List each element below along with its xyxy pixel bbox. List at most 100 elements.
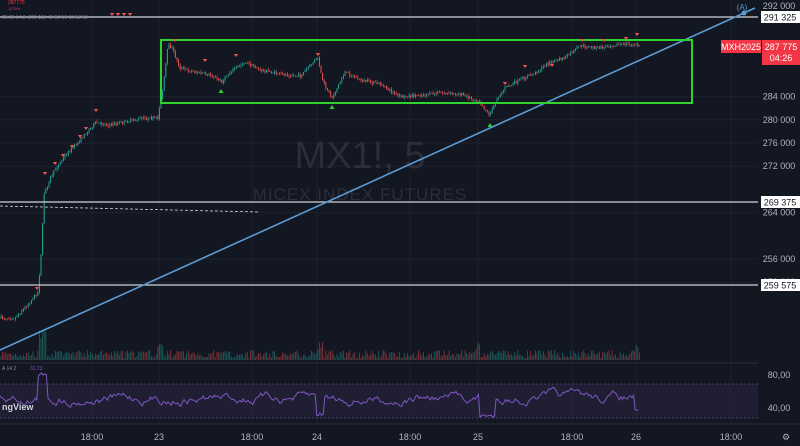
volume-bar <box>616 357 618 360</box>
volume-bar <box>274 350 276 360</box>
volume-bar <box>14 353 16 360</box>
time-tick-label: 18:00 <box>81 432 104 442</box>
candle-body <box>245 62 247 64</box>
candle-body <box>542 66 544 67</box>
candle-body <box>267 70 269 72</box>
volume-bar <box>131 350 133 360</box>
candle-body <box>634 44 636 45</box>
candle-body <box>77 142 79 145</box>
volume-bar <box>190 353 192 360</box>
volume-bar <box>296 350 298 360</box>
volume-bar <box>411 355 413 360</box>
candle-body <box>275 71 277 74</box>
gear-icon[interactable]: ⚙ <box>782 433 790 443</box>
volume-bar <box>22 354 24 360</box>
candle-body <box>485 109 487 111</box>
candle-body <box>0 316 2 318</box>
volume-bar <box>470 353 472 360</box>
volume-bar <box>530 350 532 360</box>
volume-bar <box>34 357 36 360</box>
volume-bar <box>574 353 576 360</box>
volume-bar <box>128 352 130 360</box>
candle-body <box>29 303 31 305</box>
volume-bar <box>398 352 400 360</box>
candle-body <box>35 294 37 296</box>
candle-body <box>536 71 538 73</box>
candle-body <box>405 95 407 97</box>
volume-bar <box>376 357 378 360</box>
volume-bar <box>368 355 370 360</box>
candle-body <box>101 122 103 125</box>
candle-body <box>109 124 111 126</box>
volume-bar <box>594 354 596 360</box>
candle-body <box>149 117 151 118</box>
candle-body <box>573 50 575 53</box>
candle-body <box>398 95 400 97</box>
volume-bar <box>51 354 53 360</box>
candle-body <box>347 71 349 73</box>
candle-body <box>45 188 47 194</box>
candle-body <box>318 57 320 66</box>
candle-body <box>5 318 7 320</box>
candle-body <box>606 46 608 48</box>
candle-body <box>46 186 48 189</box>
volume-bar <box>112 356 114 360</box>
candle-body <box>131 119 133 121</box>
candle-body <box>362 80 364 82</box>
volume-bar <box>179 352 181 360</box>
candle-body <box>302 72 304 75</box>
candle-body <box>587 46 589 48</box>
volume-bar <box>403 353 405 360</box>
candle-body <box>216 77 218 79</box>
volume-bar <box>270 357 272 360</box>
volume-bar <box>150 356 152 360</box>
volume-bar <box>382 350 384 360</box>
candle-body <box>30 300 32 304</box>
volume-bar <box>483 353 485 360</box>
candle-body <box>547 63 549 65</box>
volume-bar <box>138 351 140 360</box>
candle-body <box>126 120 128 123</box>
candle-body <box>254 66 256 69</box>
candle-body <box>158 108 160 119</box>
candle-body <box>178 59 180 66</box>
volume-bar <box>446 355 448 360</box>
candle-body <box>229 73 231 75</box>
volume-bar <box>363 355 365 360</box>
candle-body <box>382 85 384 87</box>
volume-bar <box>75 352 77 360</box>
volume-bar <box>614 354 616 360</box>
volume-bar <box>490 351 492 360</box>
candle-body <box>40 254 42 276</box>
candle-body <box>106 124 108 126</box>
candle-body <box>192 70 194 72</box>
volume-bar <box>325 350 327 360</box>
volume-bar <box>520 354 522 360</box>
candle-body <box>150 117 152 120</box>
price-tick-label: 264 000 <box>763 208 796 218</box>
candle-body <box>470 97 472 99</box>
volume-bar <box>611 350 613 360</box>
candle-body <box>208 73 210 76</box>
candle-body <box>413 94 415 97</box>
candle-body <box>253 64 255 67</box>
candle-body <box>214 77 216 79</box>
candle-body <box>349 72 351 76</box>
candle-body <box>397 93 399 96</box>
candle-body <box>346 71 348 73</box>
chart-canvas[interactable]: MX1!, 5 MICEX INDEX FUTURES (A) A 14 2 3… <box>0 0 800 446</box>
volume-bar <box>562 352 564 360</box>
volume-bar <box>531 355 533 360</box>
volume-bar <box>496 353 498 360</box>
candle-body <box>299 74 301 77</box>
volume-bar <box>360 357 362 360</box>
candle-body <box>461 93 463 96</box>
candle-body <box>195 72 197 73</box>
volume-bar <box>118 354 120 360</box>
candle-body <box>163 76 165 91</box>
time-tick-label: 18:00 <box>561 432 584 442</box>
candle-body <box>373 81 375 84</box>
volume-bar <box>442 355 444 360</box>
candle-body <box>128 121 130 123</box>
candle-body <box>338 84 340 89</box>
